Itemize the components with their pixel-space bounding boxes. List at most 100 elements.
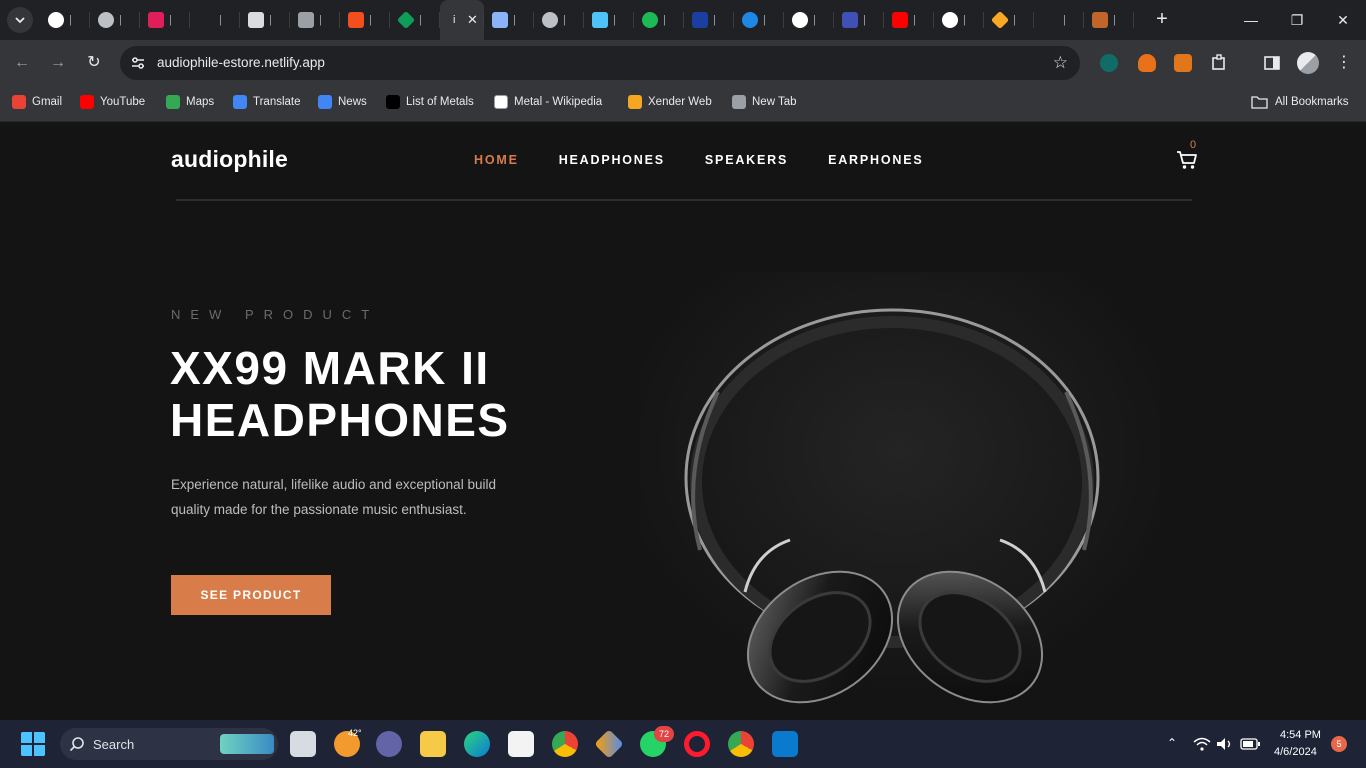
browser-tab[interactable]: | — [734, 0, 784, 40]
browser-tab[interactable]: | — [934, 0, 984, 40]
cart-count-badge: 0 — [1190, 139, 1197, 151]
close-tab-icon[interactable]: ✕ — [467, 12, 478, 28]
nav-headphones[interactable]: HEADPHONES — [559, 153, 665, 167]
tray-chevron-icon[interactable]: ⌃ — [1167, 736, 1177, 750]
vscode-icon[interactable] — [772, 731, 798, 757]
search-highlight-image — [220, 734, 274, 754]
task-view-icon[interactable] — [290, 731, 316, 757]
see-product-button[interactable]: SEE PRODUCT — [171, 575, 331, 615]
tab-title: | — [1113, 14, 1116, 26]
youtube-icon — [892, 12, 908, 28]
new-tab-button[interactable]: + — [1150, 8, 1174, 32]
address-bar[interactable]: audiophile-estore.netlify.app ☆ — [120, 46, 1080, 80]
search-icon — [69, 737, 84, 752]
menu-kebab-icon[interactable]: ⋮ — [1332, 51, 1356, 75]
taskbar-search[interactable]: Search — [60, 728, 278, 760]
tab-search-button[interactable] — [7, 7, 33, 33]
chrome-profile-icon[interactable] — [728, 731, 754, 757]
circle-blue-icon — [742, 12, 758, 28]
extension-green-icon[interactable] — [1100, 54, 1118, 72]
bookmark-label: Gmail — [32, 96, 63, 108]
tab-active[interactable]: i ✕ — [440, 0, 484, 40]
blank-tab-icon — [1042, 12, 1058, 28]
windows-start-icon[interactable] — [20, 731, 46, 757]
bookmark-news[interactable]: News — [318, 95, 367, 109]
browser-tab[interactable]: | — [390, 0, 440, 40]
figma-icon — [348, 12, 364, 28]
chrome-icon[interactable] — [552, 731, 578, 757]
tab-title: | — [69, 14, 72, 26]
folder-icon — [1251, 96, 1268, 109]
browser-tab[interactable]: | — [634, 0, 684, 40]
bookmark-list-of-metals[interactable]: List of Metals — [386, 95, 474, 109]
cart-icon[interactable] — [1176, 150, 1198, 170]
bookmark-maps[interactable]: Maps — [166, 95, 214, 109]
tab-title: | — [419, 14, 422, 26]
app-diamond-icon[interactable] — [594, 729, 624, 759]
browser-tab[interactable]: | — [784, 0, 834, 40]
bookmark-star-icon[interactable]: ☆ — [1053, 53, 1068, 73]
bookmark-youtube[interactable]: YouTube — [80, 95, 145, 109]
clock-time[interactable]: 4:54 PM — [1280, 729, 1321, 741]
browser-tab[interactable]: | — [40, 0, 90, 40]
metamask-icon[interactable] — [1174, 54, 1192, 72]
opera-icon[interactable] — [684, 731, 710, 757]
minimize-button[interactable]: — — [1228, 0, 1274, 40]
browser-tab[interactable]: | — [484, 0, 534, 40]
bookmarks-bar: Gmail YouTube Maps Translate News List of Met… — [0, 86, 1366, 122]
browser-tab[interactable]: | — [984, 0, 1034, 40]
back-button[interactable]: ← — [10, 51, 34, 75]
square-blue-icon — [842, 12, 858, 28]
browser-tab[interactable]: | — [190, 0, 240, 40]
browser-tab[interactable]: | — [834, 0, 884, 40]
browser-tab[interactable]: | — [340, 0, 390, 40]
profile-avatar[interactable] — [1297, 52, 1319, 74]
browser-tab[interactable]: | — [684, 0, 734, 40]
browser-tab[interactable]: | — [884, 0, 934, 40]
nav-home[interactable]: HOME — [474, 153, 519, 167]
teams-icon[interactable] — [376, 731, 402, 757]
extension-fox-icon[interactable] — [1138, 54, 1156, 72]
clock-date[interactable]: 4/6/2024 — [1274, 746, 1317, 758]
file-explorer-icon[interactable] — [420, 731, 446, 757]
site-logo[interactable]: audiophile — [171, 146, 288, 173]
tab-title: | — [613, 14, 616, 26]
close-window-button[interactable]: ✕ — [1320, 0, 1366, 40]
edge-icon[interactable] — [464, 731, 490, 757]
volume-icon[interactable] — [1216, 737, 1234, 751]
browser-tab[interactable]: | — [1034, 0, 1084, 40]
nav-speakers[interactable]: SPEAKERS — [705, 153, 788, 167]
browser-tab[interactable]: | — [1084, 0, 1134, 40]
browser-tab[interactable]: | — [140, 0, 190, 40]
bookmark-metal-wikipedia[interactable]: Metal - Wikipedia — [494, 95, 602, 109]
browser-tab[interactable]: | — [240, 0, 290, 40]
browser-tab[interactable]: | — [90, 0, 140, 40]
bookmark-translate[interactable]: Translate — [233, 95, 301, 109]
nav-earphones[interactable]: EARPHONES — [828, 153, 923, 167]
flag-icon — [692, 12, 708, 28]
tab-separator — [1133, 12, 1134, 28]
web-page: audiophile HOME HEADPHONES SPEAKERS EARP… — [0, 122, 1366, 720]
restore-button[interactable]: ❐ — [1274, 0, 1320, 40]
tab-title: | — [913, 14, 916, 26]
all-bookmarks-folder[interactable]: All Bookmarks — [1251, 95, 1349, 109]
browser-tab[interactable]: | — [290, 0, 340, 40]
extensions-puzzle-icon[interactable] — [1210, 54, 1228, 72]
microsoft-store-icon[interactable] — [508, 731, 534, 757]
forward-button[interactable]: → — [46, 51, 70, 75]
browser-tab[interactable]: | — [534, 0, 584, 40]
bookmark-new-tab[interactable]: New Tab — [732, 95, 797, 109]
bookmark-label: Translate — [253, 96, 301, 108]
bookmark-xender-web[interactable]: Xender Web — [628, 95, 712, 109]
site-settings-icon[interactable] — [130, 55, 146, 71]
wave-icon — [592, 12, 608, 28]
bookmark-label: Xender Web — [648, 96, 712, 108]
orange-square-icon — [1092, 12, 1108, 28]
browser-tab[interactable]: | — [584, 0, 634, 40]
bookmark-gmail[interactable]: Gmail — [12, 95, 62, 109]
side-panel-icon[interactable] — [1263, 54, 1281, 72]
wifi-icon[interactable] — [1193, 737, 1211, 751]
reload-button[interactable]: ↻ — [82, 51, 106, 75]
battery-icon[interactable] — [1240, 738, 1260, 750]
notification-badge[interactable]: 5 — [1331, 736, 1347, 752]
